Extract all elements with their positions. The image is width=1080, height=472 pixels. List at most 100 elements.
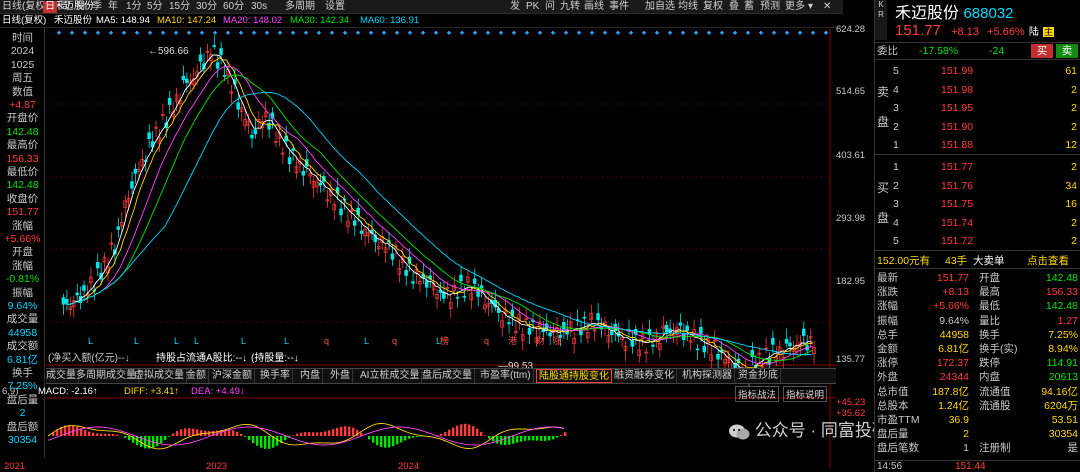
indicator-tab[interactable]: 市盈率(ttm) — [478, 369, 534, 383]
ask-row[interactable]: 4 151.98 2 — [875, 82, 1080, 98]
macd-bar — [252, 436, 255, 444]
indicator-strategy-button[interactable]: 指标战法 — [735, 386, 780, 402]
indicator-tab[interactable]: 沪深金额 — [210, 369, 255, 383]
settings-button[interactable]: 设置 — [325, 1, 345, 13]
macd-bar — [472, 426, 475, 436]
sell-button[interactable]: 卖 — [1056, 44, 1078, 58]
signal-dot — [550, 30, 556, 35]
macd-bar — [184, 428, 187, 436]
bid-row[interactable]: 3 151.75 16 — [875, 196, 1080, 212]
period-year-button[interactable]: 年 — [108, 1, 118, 13]
add-watchlist-button[interactable]: 加自选 — [645, 1, 675, 13]
indicator-tabs: 成交量 多周期成交量 虚拟成交量 金额 沪深金额 换手率 内盘 外盘 AI立桩成交量 盘后成交量市… — [46, 368, 836, 384]
bid-row[interactable]: 5 151.72 2 — [875, 233, 1080, 249]
indicator-tab[interactable]: 盘后成交量 — [420, 369, 475, 383]
period-quarter-button[interactable]: 季 — [92, 1, 102, 13]
indicator-tab[interactable]: 资金抄底 — [736, 369, 781, 383]
bid-row[interactable]: 2 151.76 34 — [875, 178, 1080, 194]
period-month-button[interactable]: 月 — [76, 1, 86, 13]
chevron-down-icon[interactable]: ▾ — [808, 1, 813, 13]
indicator-desc-button[interactable]: 指标说明 — [783, 386, 828, 402]
overlay-button[interactable]: 叠 — [729, 1, 739, 13]
indicator-tab[interactable]: AI立桩成交量 — [358, 369, 423, 383]
period-60min-button[interactable]: 60分 — [223, 1, 244, 13]
left-info-item: 收盘价 — [6, 192, 39, 205]
ma-button[interactable]: 均线 — [678, 1, 698, 13]
bid-side-label: 盘 — [877, 211, 890, 225]
bid-row[interactable]: 1 151.77 2 — [875, 159, 1080, 175]
ask-book: 5 151.99 61 4 151.98 2 3 151.95 2 2 151.90 2 1 151.88… — [875, 61, 1080, 155]
signal-dot — [576, 30, 582, 35]
weibi-label: 委比 — [877, 45, 898, 57]
kline-chart[interactable]: ←596.66—99.53L L L L L Lq Lq L榜 q 港财涨 — [46, 28, 836, 468]
stat-value: 142.48 — [1045, 300, 1078, 313]
ask-row[interactable]: 2 151.90 2 — [875, 119, 1080, 135]
ma20-label: MA20: 148.02 — [223, 15, 283, 26]
indicator-tab[interactable]: 金额 — [184, 369, 209, 383]
macd-bar — [488, 436, 491, 439]
more-button[interactable]: 更多 — [785, 1, 805, 13]
indicator-tab[interactable]: 外盘 — [328, 369, 353, 383]
candle-body — [185, 78, 189, 83]
stat-label: 涨跌 — [877, 286, 898, 299]
ask-row[interactable]: 3 151.95 2 — [875, 100, 1080, 116]
signal-dot — [69, 30, 75, 35]
indicator-tab[interactable]: 内盘 — [298, 369, 323, 383]
signal-dot — [745, 30, 751, 35]
bid-row[interactable]: 4 151.74 2 — [875, 215, 1080, 231]
candle-body — [801, 328, 806, 336]
signal-dot — [615, 30, 621, 35]
stat-label: 开盘 — [979, 272, 1000, 284]
macd-bar — [92, 432, 95, 436]
macd-bar — [76, 426, 79, 436]
stat-label: 盘后笔数 — [877, 442, 919, 455]
candle-body — [596, 313, 600, 321]
close-icon[interactable]: ✕ — [823, 1, 831, 13]
period-30min-button[interactable]: 30分 — [196, 1, 217, 13]
period-1min-button[interactable]: 1分 — [126, 1, 142, 13]
level: 3 — [893, 198, 899, 210]
stock-title: 禾迈股份 688032 — [895, 0, 1014, 23]
period-5min-button[interactable]: 5分 — [147, 1, 163, 13]
adjust-button[interactable]: 复权 — [703, 1, 723, 13]
period-30s-button[interactable]: 30s — [251, 1, 267, 13]
period-week-button[interactable]: 周 — [60, 1, 70, 13]
period-day-button[interactable]: 日 — [43, 1, 57, 13]
stock-code: 688032 — [963, 5, 1014, 22]
period-15min-button[interactable]: 15分 — [169, 1, 190, 13]
indicator-tab[interactable]: 虚拟成交量 — [132, 369, 187, 383]
x-tick: 2021 — [4, 461, 26, 472]
tool-event[interactable]: 事件 — [609, 1, 629, 13]
indicator-tab[interactable]: 陆股通持股变化 — [536, 369, 612, 383]
big-order-link[interactable]: 点击查看 — [1027, 253, 1069, 269]
left-info-item: 振幅 — [12, 286, 33, 299]
stat-label: 市盈TTM — [877, 414, 920, 426]
ask-row[interactable]: 1 151.88 12 — [875, 137, 1080, 153]
indicator-tab[interactable]: 机构探测器 — [680, 369, 735, 383]
buy-button[interactable]: 买 — [1031, 44, 1053, 58]
kr-sidebar[interactable]: KR — [875, 0, 887, 40]
indicator-tab[interactable]: 融资融券变化 — [612, 369, 677, 383]
ask-row[interactable]: 5 151.99 61 — [875, 63, 1080, 79]
signal-dot — [680, 30, 686, 35]
multi-period-button[interactable]: 多周期 — [285, 1, 315, 13]
indicator-tab[interactable]: 多周期成交量 — [74, 369, 139, 383]
signal-dot — [186, 30, 192, 35]
level: 1 — [893, 139, 899, 151]
store-button[interactable]: 蓄 — [744, 1, 754, 13]
indicator-tab[interactable]: 换手率 — [258, 369, 293, 383]
candle-body — [167, 97, 172, 105]
tool-ask[interactable]: 问 — [545, 1, 555, 13]
stat-row: 涨跌 +8.13 最高 156.33 — [875, 285, 1080, 299]
macd-bar — [440, 433, 443, 436]
macd-bar — [316, 432, 319, 436]
macd-bar — [188, 428, 191, 436]
ask-side-label: 盘 — [877, 115, 890, 129]
macd-bar — [464, 423, 467, 436]
forecast-button[interactable]: 预测 — [760, 1, 780, 13]
tool-draw[interactable]: 画线 — [584, 1, 604, 13]
tool-jiuzhuan[interactable]: 九转 — [560, 1, 580, 13]
tool-fa[interactable]: 发 — [510, 1, 520, 13]
tool-pk[interactable]: PK — [526, 1, 539, 13]
x-tick: 2024 — [398, 461, 420, 472]
